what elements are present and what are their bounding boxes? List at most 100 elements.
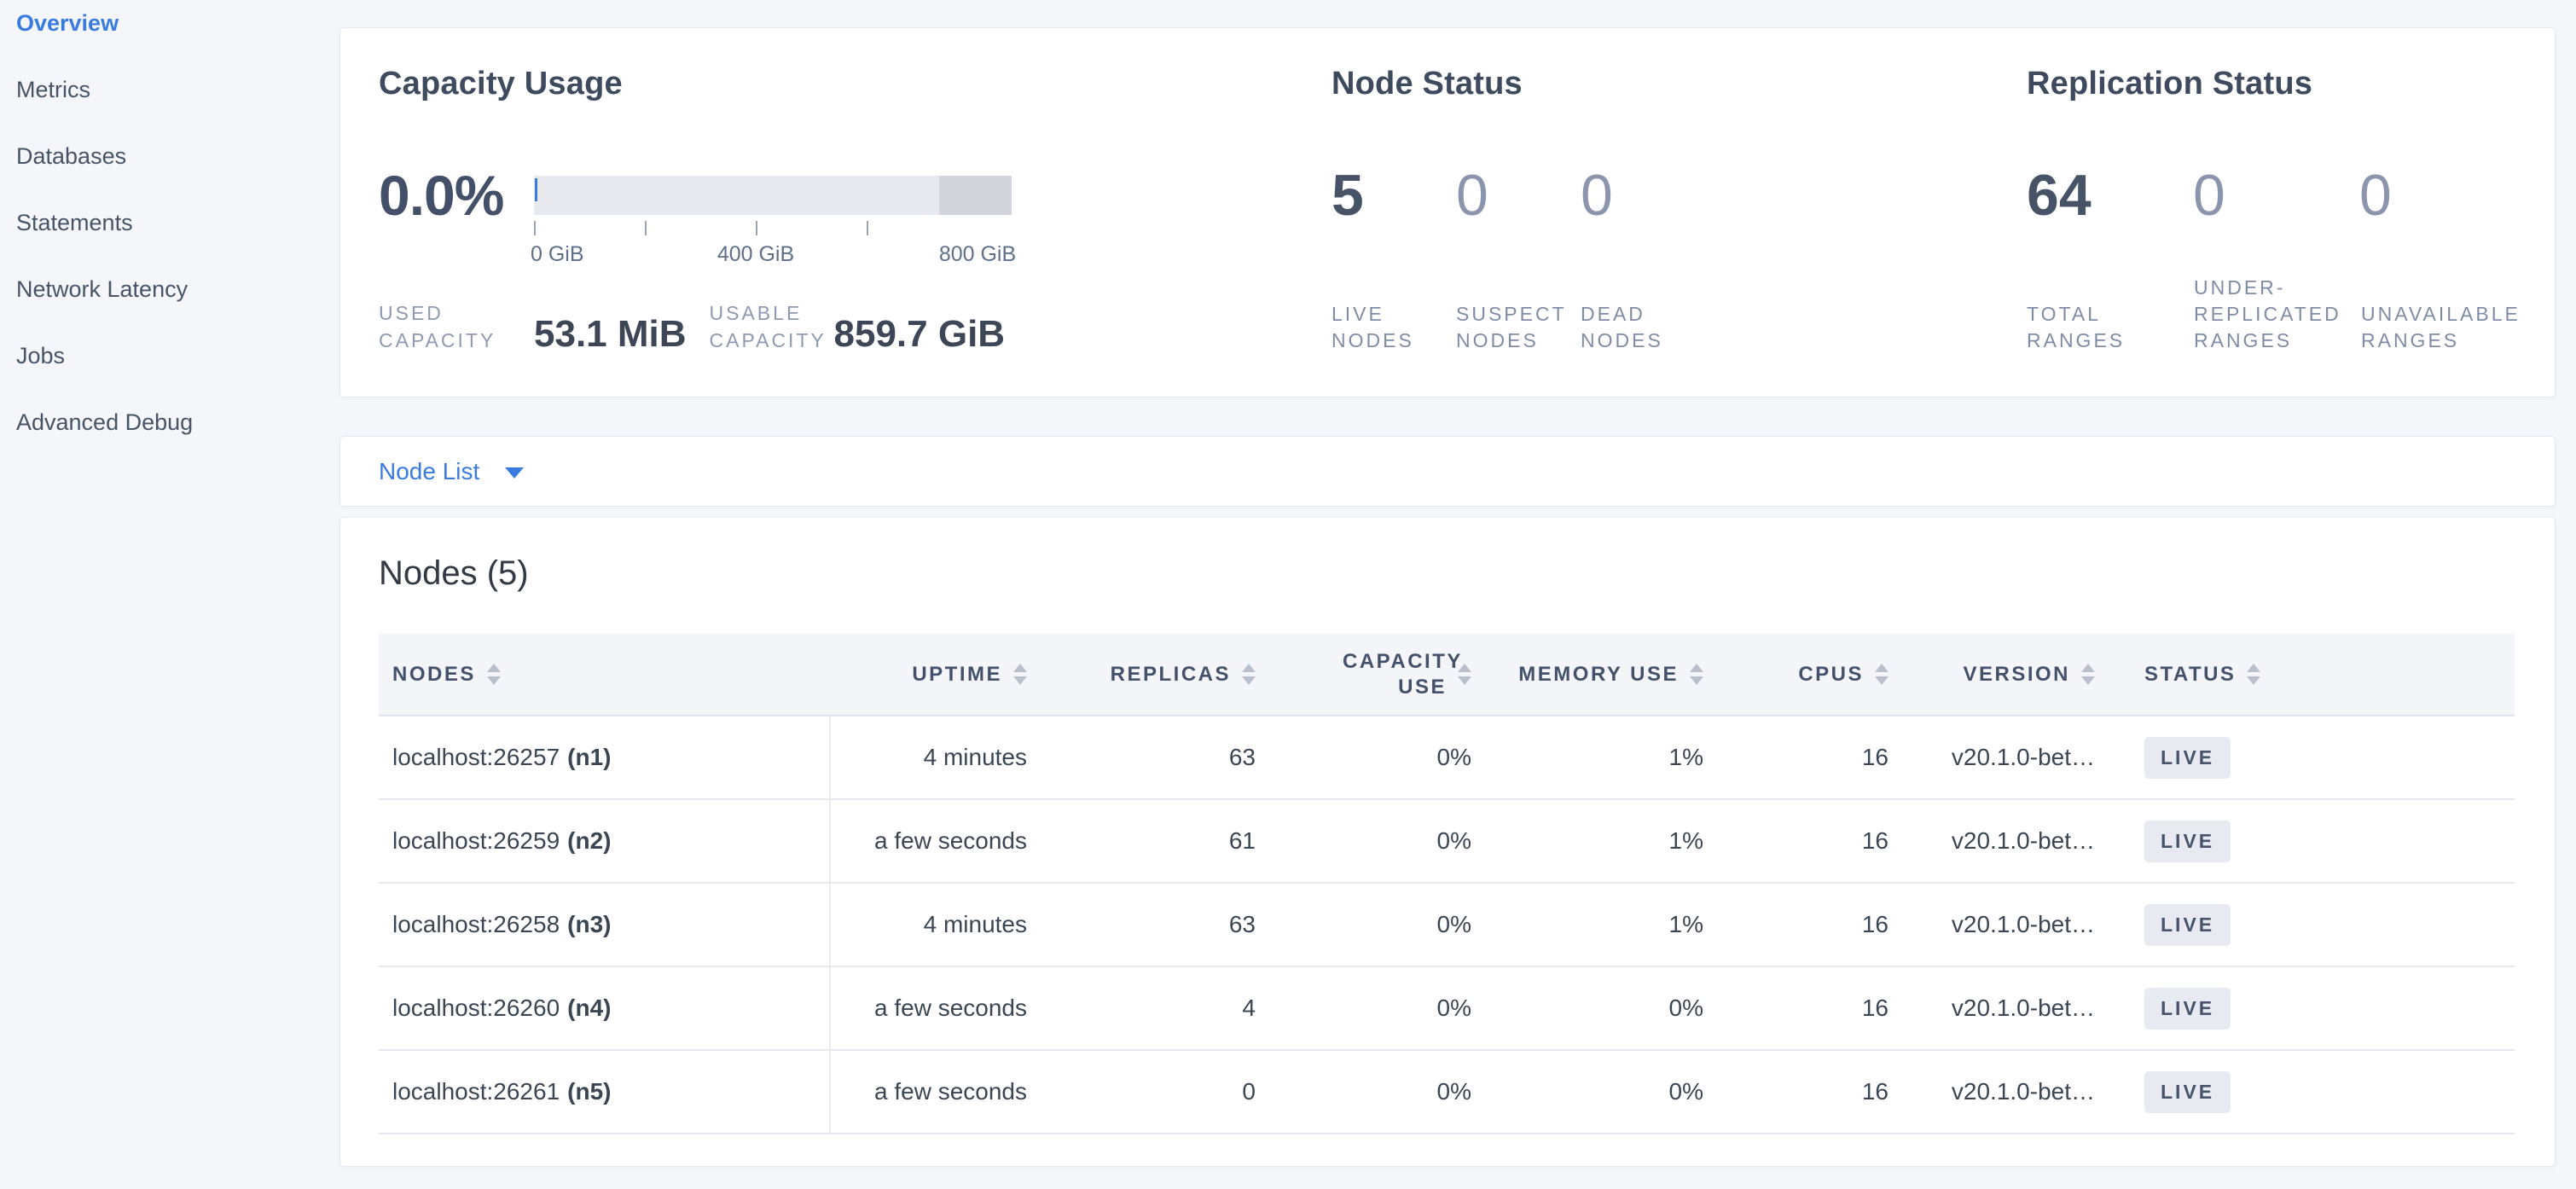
axis-tick (534, 221, 536, 235)
nodes-heading: Nodes (5) (379, 552, 529, 594)
capacity-usage-title: Capacity Usage (379, 66, 623, 102)
suspect-nodes-label: SUSPECT NODES (1456, 301, 1581, 354)
sidebar-item-statements[interactable]: Statements (16, 211, 193, 235)
axis-tick (867, 221, 868, 235)
capacity-use-cell: 0% (1276, 883, 1502, 966)
capacity-usage-section: Capacity Usage 0.0% 0 GiB 400 GiB 800 Gi… (379, 28, 1044, 397)
sort-caret-icon (1690, 664, 1703, 685)
capacity-use-cell: 0% (1276, 1050, 1502, 1134)
uptime-cell: a few seconds (830, 1050, 1046, 1134)
status-badge: LIVE (2144, 1071, 2231, 1113)
version-cell: v20.1.0-bet… (1907, 883, 2112, 966)
column-header-capacity-use[interactable]: CAPACITY USE (1276, 634, 1502, 716)
node-list-dropdown[interactable]: Node List (339, 436, 2556, 507)
axis-label-800gib: 800 GiB (939, 242, 1016, 267)
cpus-cell: 16 (1732, 1050, 1907, 1134)
nodes-table: NODES UPTIME REPLICAS CAPACITY USE MEMOR… (379, 634, 2515, 1134)
table-header-row: NODES UPTIME REPLICAS CAPACITY USE MEMOR… (379, 634, 2515, 716)
uptime-cell: a few seconds (830, 966, 1046, 1050)
sort-caret-icon (1875, 664, 1888, 685)
sidebar: Overview Metrics Databases Statements Ne… (0, 0, 338, 1189)
node-name-cell[interactable]: localhost:26257(n1) (379, 716, 830, 799)
table-row: localhost:26259(n2) a few seconds 61 0% … (379, 799, 2515, 883)
unavailable-ranges-count: 0 (2359, 164, 2526, 227)
unavailable-ranges-label: UNAVAILABLE RANGES (2361, 301, 2528, 354)
usable-capacity-value: 859.7 GiB (834, 315, 1006, 354)
used-capacity-label: USED CAPACITY (379, 299, 513, 354)
column-header-cpus[interactable]: CPUS (1732, 634, 1907, 716)
total-ranges-count: 64 (2027, 164, 2193, 227)
total-ranges-label: TOTAL RANGES (2027, 301, 2194, 354)
replicas-cell: 4 (1046, 966, 1276, 1050)
cpus-cell: 16 (1732, 966, 1907, 1050)
uptime-cell: 4 minutes (830, 716, 1046, 799)
status-badge: LIVE (2144, 737, 2231, 779)
status-badge: LIVE (2144, 988, 2231, 1030)
status-badge: LIVE (2144, 821, 2231, 862)
sort-caret-icon (1013, 664, 1027, 685)
sort-caret-icon (2247, 664, 2260, 685)
node-status-title: Node Status (1332, 66, 1523, 102)
live-nodes-count: 5 (1332, 164, 1456, 227)
capacity-percent: 0.0% (379, 163, 534, 228)
live-nodes-label: LIVE NODES (1332, 301, 1456, 354)
capacity-bar-track (534, 176, 1012, 215)
sidebar-item-advanced-debug[interactable]: Advanced Debug (16, 410, 193, 434)
dead-nodes-label: DEAD NODES (1581, 301, 1705, 354)
capacity-use-cell: 0% (1276, 966, 1502, 1050)
sidebar-item-overview[interactable]: Overview (16, 11, 193, 35)
column-header-replicas[interactable]: REPLICAS (1046, 634, 1276, 716)
capacity-use-cell: 0% (1276, 799, 1502, 883)
sort-caret-icon (1458, 664, 1471, 685)
sort-caret-icon (2081, 664, 2095, 685)
suspect-nodes-count: 0 (1456, 164, 1581, 227)
cluster-summary-card: Capacity Usage 0.0% 0 GiB 400 GiB 800 Gi… (339, 27, 2556, 397)
sort-caret-icon (487, 664, 501, 685)
version-cell: v20.1.0-bet… (1907, 966, 2112, 1050)
node-list-dropdown-label[interactable]: Node List (379, 458, 479, 485)
column-header-uptime[interactable]: UPTIME (830, 634, 1046, 716)
node-status-section: Node Status 5 0 0 LIVE NODES SUSPECT NOD… (1332, 28, 1860, 397)
table-row: localhost:26260(n4) a few seconds 4 0% 0… (379, 966, 2515, 1050)
sidebar-item-databases[interactable]: Databases (16, 144, 193, 168)
status-cell: LIVE (2112, 1050, 2515, 1134)
capacity-bar-reserved-segment (939, 176, 1012, 215)
column-header-nodes[interactable]: NODES (379, 634, 830, 716)
node-name-cell[interactable]: localhost:26258(n3) (379, 883, 830, 966)
usable-capacity-label: USABLE CAPACITY (710, 299, 819, 354)
replicas-cell: 63 (1046, 716, 1276, 799)
column-header-version[interactable]: VERSION (1907, 634, 2112, 716)
version-cell: v20.1.0-bet… (1907, 799, 2112, 883)
node-name-cell[interactable]: localhost:26260(n4) (379, 966, 830, 1050)
capacity-bar-used-indicator (535, 178, 537, 201)
sort-caret-icon (1242, 664, 1256, 685)
memory-use-cell: 1% (1502, 883, 1732, 966)
table-row: localhost:26261(n5) a few seconds 0 0% 0… (379, 1050, 2515, 1134)
table-row: localhost:26258(n3) 4 minutes 63 0% 1% 1… (379, 883, 2515, 966)
sidebar-item-network-latency[interactable]: Network Latency (16, 277, 193, 301)
status-badge: LIVE (2144, 904, 2231, 946)
status-cell: LIVE (2112, 716, 2515, 799)
status-cell: LIVE (2112, 966, 2515, 1050)
replicas-cell: 0 (1046, 1050, 1276, 1134)
memory-use-cell: 0% (1502, 966, 1732, 1050)
table-row: localhost:26257(n1) 4 minutes 63 0% 1% 1… (379, 716, 2515, 799)
cpus-cell: 16 (1732, 883, 1907, 966)
column-header-memory-use[interactable]: MEMORY USE (1502, 634, 1732, 716)
sidebar-item-jobs[interactable]: Jobs (16, 344, 193, 368)
status-cell: LIVE (2112, 799, 2515, 883)
used-capacity-value: 53.1 MiB (534, 315, 687, 354)
replication-status-title: Replication Status (2027, 66, 2312, 102)
node-name-cell[interactable]: localhost:26261(n5) (379, 1050, 830, 1134)
uptime-cell: 4 minutes (830, 883, 1046, 966)
replication-status-section: Replication Status 64 0 0 TOTAL RANGES U… (2027, 28, 2573, 397)
capacity-use-cell: 0% (1276, 716, 1502, 799)
replicas-cell: 63 (1046, 883, 1276, 966)
under-replicated-ranges-count: 0 (2193, 164, 2359, 227)
sidebar-item-metrics[interactable]: Metrics (16, 78, 193, 102)
memory-use-cell: 0% (1502, 1050, 1732, 1134)
uptime-cell: a few seconds (830, 799, 1046, 883)
column-header-status[interactable]: STATUS (2112, 634, 2515, 716)
axis-tick (645, 221, 647, 235)
node-name-cell[interactable]: localhost:26259(n2) (379, 799, 830, 883)
